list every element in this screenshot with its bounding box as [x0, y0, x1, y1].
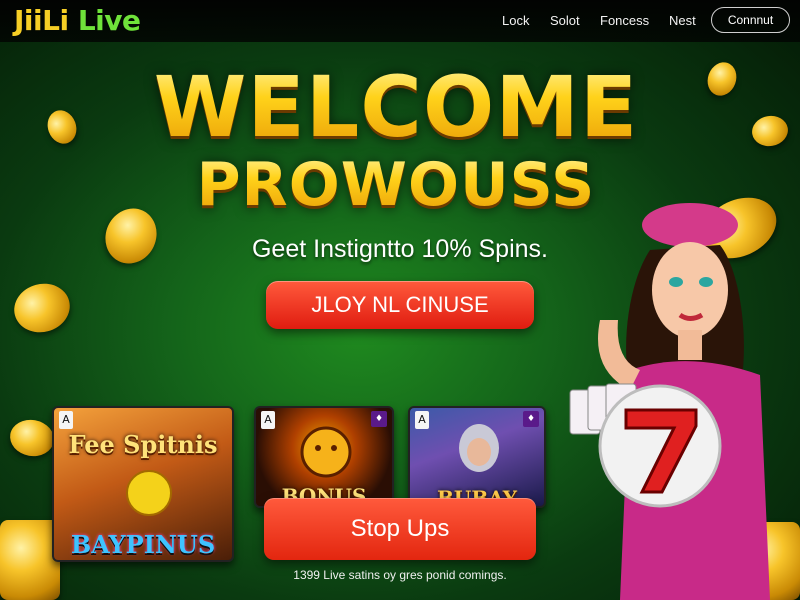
golden-mask-icon [300, 426, 352, 478]
game-card-title: Fee Spitnis [68, 430, 218, 459]
gold-coin-icon [0, 520, 60, 600]
playing-card-icon: A [59, 411, 73, 429]
stop-ups-button[interactable]: Stop Ups [264, 498, 536, 560]
top-navigation-bar: JiiLi Live Lock Solot Foncess Nest Connn… [0, 0, 800, 42]
playing-card-icon: A [415, 411, 429, 429]
footer-text: 1399 Live satins oy gres ponid comings. [293, 568, 507, 582]
game-card-subtitle: BAYPINUS [70, 530, 216, 559]
golden-ball-icon [126, 470, 172, 516]
nav-link-lock[interactable]: Lock [502, 13, 529, 28]
nav-link-solot[interactable]: Solot [550, 13, 580, 28]
logo-part-2: Live [77, 4, 141, 37]
connect-button[interactable]: Connnut [711, 7, 790, 33]
character-portrait-icon [459, 424, 499, 472]
headline-welcome: WELCOME [0, 58, 796, 156]
badge-icon: ♦ [371, 411, 387, 427]
gold-coin-icon [8, 277, 76, 339]
lucky-seven-ball-icon [598, 384, 722, 508]
gold-coin-icon [7, 416, 57, 460]
game-card-bubay[interactable]: A ♦ BUBAY [408, 406, 546, 508]
game-card-bonus[interactable]: A ♦ BONUS [254, 406, 394, 508]
game-card-fee-spins[interactable]: A Fee Spitnis BAYPINUS [52, 406, 234, 562]
badge-icon: ♦ [523, 411, 539, 427]
nav-link-foncess[interactable]: Foncess [600, 13, 649, 28]
nav-link-nest[interactable]: Nest [669, 13, 696, 28]
brand-logo[interactable]: JiiLi Live [14, 4, 141, 37]
playing-card-icon: A [261, 411, 275, 429]
logo-part-1: JiiLi [14, 4, 69, 37]
join-now-button[interactable]: JLOY NL CINUSE [266, 281, 534, 329]
